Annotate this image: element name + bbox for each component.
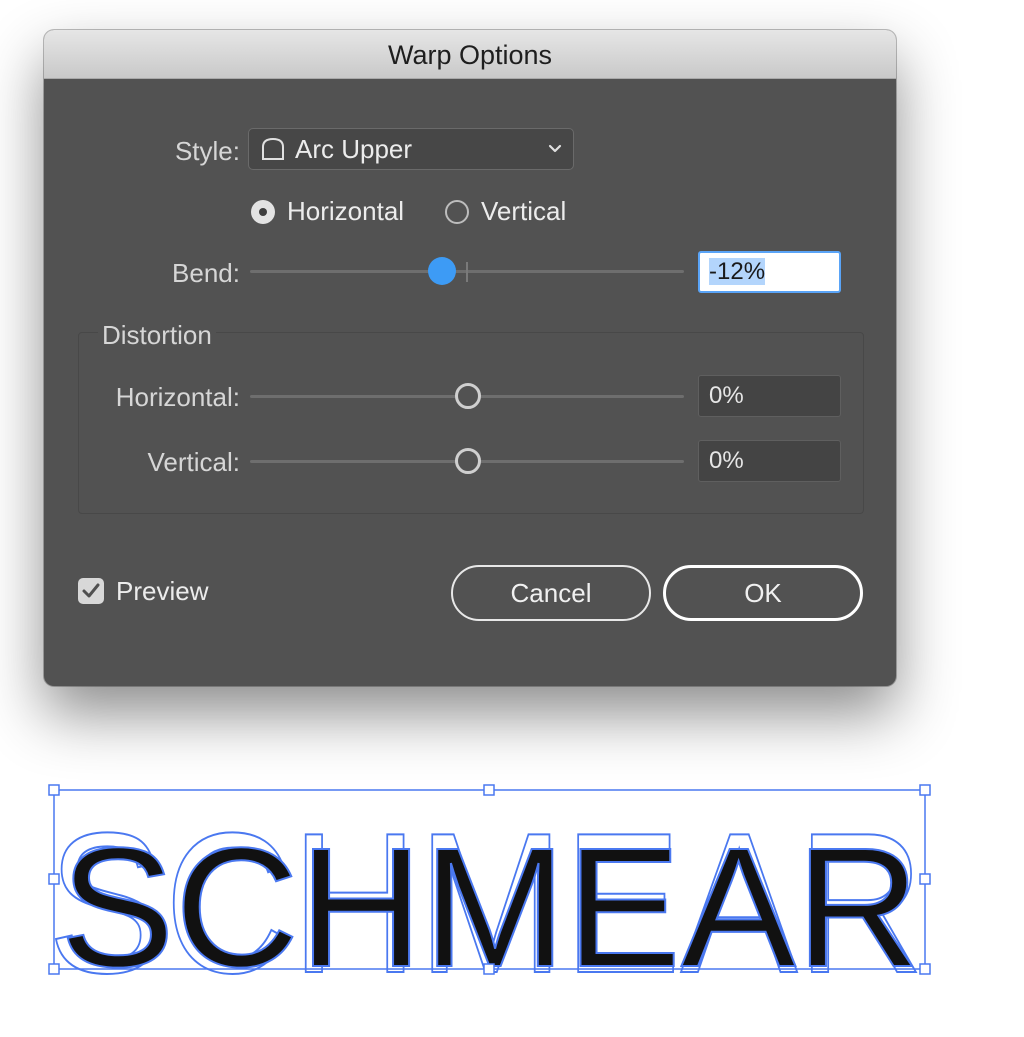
handle-top-center (483, 784, 495, 796)
distortion-horizontal-thumb[interactable] (455, 383, 481, 409)
handle-bottom-center (483, 963, 495, 975)
artboard: SCHMEAR SCHMEAR (0, 760, 1024, 1016)
arc-upper-icon (261, 137, 285, 166)
handle-middle-right (919, 873, 931, 885)
distortion-title: Distortion (98, 320, 216, 351)
handle-bottom-right (919, 963, 931, 975)
handle-bottom-left (48, 963, 60, 975)
distortion-vertical-label: Vertical: (147, 447, 241, 477)
bend-value-text: -12% (709, 258, 766, 285)
dialog-title: Warp Options (44, 30, 896, 79)
warp-options-dialog: Warp Options Style: Arc Upper Horizontal… (44, 30, 896, 686)
cancel-button[interactable]: Cancel (451, 565, 651, 621)
distortion-vertical-thumb[interactable] (455, 448, 481, 474)
horizontal-radio[interactable] (251, 200, 275, 224)
ok-button[interactable]: OK (663, 565, 863, 621)
style-label: Style: (174, 136, 240, 166)
bend-value-field[interactable]: -12% (698, 251, 841, 293)
handle-top-left (48, 784, 60, 796)
checkmark-icon (82, 583, 100, 598)
handle-middle-left (48, 873, 60, 885)
distortion-horizontal-label: Horizontal: (115, 382, 240, 412)
bend-slider-center-tick (466, 262, 468, 282)
distortion-group (78, 332, 864, 514)
style-dropdown[interactable]: Arc Upper (248, 128, 574, 170)
horizontal-radio-label[interactable]: Horizontal (287, 196, 404, 227)
preview-checkbox[interactable] (78, 578, 104, 604)
vertical-radio[interactable] (445, 200, 469, 224)
bend-slider-thumb[interactable] (428, 257, 456, 285)
vertical-radio-label[interactable]: Vertical (481, 196, 566, 227)
distortion-horizontal-field[interactable]: 0% (698, 375, 841, 417)
style-dropdown-value: Arc Upper (295, 134, 413, 164)
distortion-vertical-field[interactable]: 0% (698, 440, 841, 482)
preview-label[interactable]: Preview (116, 576, 208, 607)
bend-label: Bend: (172, 258, 240, 288)
chevron-down-icon (547, 139, 563, 162)
handle-top-right (919, 784, 931, 796)
warped-text-artwork: SCHMEAR SCHMEAR (47, 784, 931, 1016)
